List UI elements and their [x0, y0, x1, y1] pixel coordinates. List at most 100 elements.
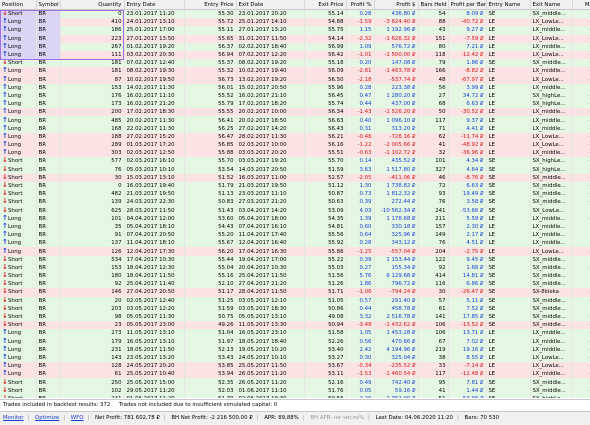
table-row[interactable]: ↑Long BR 200 17.02.2017 18:30 55.55 20.02.201… — [0, 108, 590, 117]
column-header[interactable]: MAE % — [572, 0, 590, 10]
table-row[interactable]: ↓Short BR 180 18.04.2017 11:50 55.16 25.04.20… — [0, 272, 590, 281]
table-cell: LX_LowLe... — [530, 34, 573, 43]
position-cell: ↑Long — [0, 132, 37, 141]
table-cell: 23 — [60, 321, 125, 330]
column-header[interactable]: Profit $ — [374, 0, 419, 10]
column-header[interactable]: Exit Date — [236, 0, 305, 10]
position-label: Long — [8, 215, 22, 222]
table-cell: 1.09 — [346, 42, 375, 51]
position-cell: ↑Long — [0, 239, 37, 248]
table-row[interactable]: ↑Long BR 111 03.02.2017 20:30 56.94 07.02.201… — [0, 50, 590, 60]
table-cell: 54.43 — [184, 222, 237, 232]
table-row[interactable]: ↑Long BR 289 01.03.2017 17:20 56.85 02.03.201… — [0, 141, 590, 150]
table-cell: SE — [486, 9, 531, 19]
table-cell: 15.03.2017 13:10 — [124, 173, 185, 182]
optimize-link[interactable]: Optimize — [32, 415, 62, 421]
table-row[interactable]: ↓Short BR 250 25.05.2017 15:00 52.35 26.05.20… — [0, 378, 590, 387]
table-row[interactable]: ↑Long BR 410 24.01.2017 13:10 55.72 25.01.201… — [0, 18, 590, 27]
table-row[interactable]: ↑Long BR 485 20.02.2017 11:30 56.41 20.02.201… — [0, 116, 590, 125]
table-cell: 101 — [60, 214, 125, 223]
table-row[interactable]: ↓Short BR 203 03.05.2017 12:20 51.59 03.05.20… — [0, 304, 590, 313]
table-row[interactable]: ↑Long BR 87 10.02.2017 19:50 56.73 13.02.2017… — [0, 75, 590, 84]
table-cell: 180 — [60, 272, 125, 281]
column-header[interactable]: Profit % — [346, 0, 375, 10]
position-label: Long — [8, 363, 22, 370]
table-cell: 52.03 — [184, 386, 237, 395]
table-row[interactable]: ↑Long BR 101 04.04.2017 12:00 53.60 05.04.201… — [0, 214, 590, 223]
table-row[interactable]: ↓Short BR 534 17.04.2017 10:30 55.44 19.04.20… — [0, 255, 590, 264]
table-row[interactable]: ↓Short BR 20 02.05.2017 12:40 51.25 03.05.201… — [0, 296, 590, 305]
table-row[interactable]: ↓Short BR 76 05.03.2017 10:10 53.54 14.03.201… — [0, 165, 590, 174]
position-cell: ↓Short — [0, 255, 37, 264]
table-cell: 2.17 ₽ — [448, 231, 487, 240]
table-cell: BR — [36, 34, 61, 43]
table-row[interactable]: ↓Short BR 181 07.02.2017 12:40 55.37 08.02.20… — [0, 59, 590, 68]
table-cell: 2.30 ₽ — [448, 222, 487, 232]
table-cell: 0.49 — [346, 378, 375, 387]
table-cell: 0.00 — [572, 239, 590, 248]
table-cell: 0.28 — [346, 239, 375, 248]
table-row[interactable]: ↑Long BR 181 08.02.2017 19:30 55.32 10.02.201… — [0, 67, 590, 76]
table-cell: 48 — [418, 75, 449, 84]
table-cell: 330.18 ₽ — [374, 222, 419, 232]
column-header[interactable]: Entry Date — [124, 0, 185, 10]
position-cell: ↓Short — [0, 386, 37, 395]
column-header[interactable]: Bars Held — [418, 0, 449, 10]
table-row[interactable]: ↓Short BR 625 28.03.2017 11:50 51.43 03.04.20… — [0, 206, 590, 215]
table-row[interactable]: ↑Long BR 223 27.01.2017 13:50 55.65 31.01.201… — [0, 34, 590, 43]
table-cell: 25.05.2017 11:50 — [236, 362, 305, 371]
trades-grid[interactable]: Position Symbol Quantity Entry Date Entry Pr… — [0, 0, 590, 398]
table-row[interactable]: ↓Short BR 139 24.03.2017 22:30 50.83 27.03.20… — [0, 198, 590, 207]
column-header[interactable]: Exit Name — [530, 0, 573, 10]
table-row[interactable]: ↓Short BR 30 15.03.2017 13:10 51.52 16.03.201… — [0, 173, 590, 182]
table-row[interactable]: ↑Long BR 91 07.04.2017 20:50 55.20 11.04.2017… — [0, 231, 590, 240]
column-header[interactable]: Profit per Bar — [448, 0, 487, 10]
table-row[interactable]: ↑Long BR 126 12.04.2017 17:30 56.20 17.04.201… — [0, 247, 590, 256]
table-row[interactable]: ↑Long BR 143 23.05.2017 13:20 53.43 24.05.201… — [0, 353, 590, 363]
table-cell: 106 — [418, 329, 449, 338]
table-row[interactable]: ↑Long BR 173 16.02.2017 21:20 55.79 17.02.201… — [0, 100, 590, 109]
table-cell: 55.44 — [184, 255, 237, 264]
table-cell: 742.40 ₽ — [374, 378, 419, 387]
table-row[interactable]: ↑Long BR 61 25.05.2017 10:40 53.94 26.05.2017… — [0, 370, 590, 379]
table-row[interactable]: ↓Short BR 23 05.05.2017 23:00 49.26 11.05.201… — [0, 321, 590, 330]
table-cell: -0.91 — [572, 116, 590, 125]
table-cell: 56.16 — [304, 141, 347, 150]
column-header[interactable]: Entry Price — [184, 0, 237, 10]
table-row[interactable]: ↑Long BR 153 14.02.2017 11:30 56.01 15.02.201… — [0, 83, 590, 92]
table-row[interactable]: ↑Long BR 176 16.02.2017 11:10 55.52 16.02.201… — [0, 91, 590, 101]
table-row[interactable]: ↑Long BR 273 11.05.2017 13:10 51.04 16.05.201… — [0, 329, 590, 338]
table-cell: 1.44 ₽ — [448, 386, 487, 395]
table-cell: 25.01.2017 17:00 — [124, 26, 185, 35]
position-cell: ↓Short — [0, 288, 37, 297]
table-row[interactable]: ↑Long BR 168 22.02.2017 11:30 56.25 27.02.201… — [0, 124, 590, 133]
wfo-link[interactable]: WFO — [68, 415, 87, 421]
table-row[interactable]: ↑Long BR 267 01.02.2017 19:20 56.37 02.02.201… — [0, 42, 590, 51]
table-row[interactable]: ↑Long BR 179 16.05.2017 13:10 51.97 18.05.201… — [0, 337, 590, 346]
table-row[interactable]: ↑Long BR 186 25.01.2017 17:00 55.11 27.01.201… — [0, 26, 590, 35]
column-header[interactable]: Symbol — [36, 0, 61, 10]
table-row[interactable]: ↑Long BR 35 05.04.2017 18:10 54.43 07.04.2017… — [0, 222, 590, 232]
table-row[interactable]: ↓ShortBR24101.06.2017 11:2051.7002.06.20… — [0, 394, 590, 398]
column-header[interactable]: Position — [0, 0, 37, 10]
column-header[interactable]: Entry Name — [486, 0, 531, 10]
table-row[interactable]: ↓Short BR 92 25.04.2017 11:40 52.10 27.04.201… — [0, 280, 590, 289]
table-row[interactable]: ↓Short BR 98 05.05.2017 11:30 50.75 05.05.201… — [0, 312, 590, 322]
table-row[interactable]: ↓Short BR 0 23.01.2017 11:20 55.30 23.01.2017… — [0, 9, 590, 19]
table-row[interactable]: ↑Long BR 303 02.03.2017 12:50 55.88 03.03.201… — [0, 149, 590, 158]
table-row[interactable]: ↓Short BR 102 29.05.2017 11:20 52.03 01.06.20… — [0, 386, 590, 395]
table-row[interactable]: ↑Long BR 137 11.04.2017 18:10 55.67 12.04.201… — [0, 239, 590, 248]
table-row[interactable]: ↓Short BR 0 16.03.2017 19:40 51.79 21.03.2017… — [0, 181, 590, 191]
table-cell: 137 — [60, 239, 125, 248]
table-row[interactable]: ↓Short BR 482 21.03.2017 19:50 51.13 23.03.20… — [0, 190, 590, 199]
table-row[interactable]: ↑Long BR 231 18.05.2017 11:50 52.13 19.05.201… — [0, 345, 590, 354]
column-header[interactable]: Quantity — [60, 0, 125, 10]
position-label: Long — [8, 354, 22, 361]
monitor-link[interactable]: Monitor — [0, 415, 27, 421]
table-row[interactable]: ↑Long BR 188 27.02.2017 15:20 56.47 28.02.201… — [0, 132, 590, 141]
table-row[interactable]: ↓Short BR 153 18.04.2017 12:30 55.04 20.04.20… — [0, 263, 590, 272]
table-row[interactable]: ↑Long BR 128 24.05.2017 20:20 53.85 25.05.201… — [0, 362, 590, 371]
table-row[interactable]: ↓Short BR 577 02.03.2017 16:10 55.70 03.03.20… — [0, 157, 590, 166]
table-row[interactable]: ↓Short BR 146 27.04.2017 20:50 51.17 28.04.20… — [0, 288, 590, 297]
column-header[interactable]: Exit Price — [304, 0, 347, 10]
